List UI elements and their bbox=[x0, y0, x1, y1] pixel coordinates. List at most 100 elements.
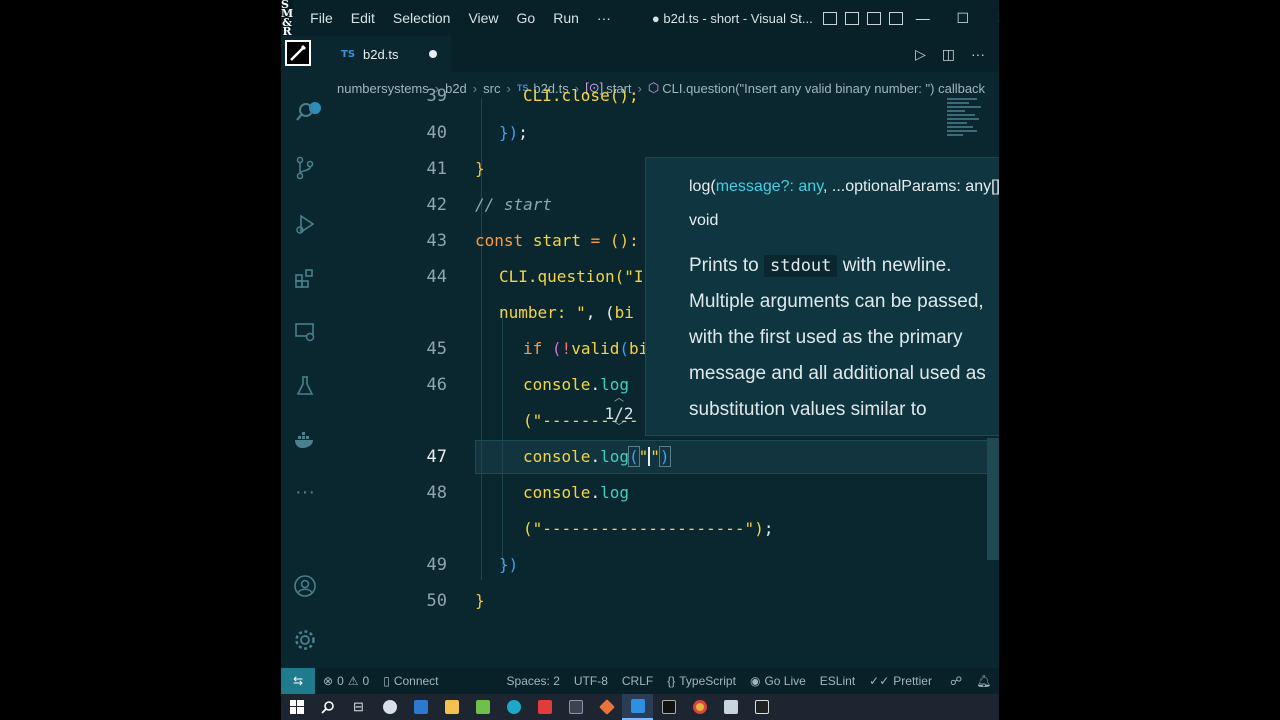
sig-param: message?: bbox=[715, 178, 794, 195]
extensions-icon[interactable] bbox=[291, 264, 319, 292]
code-token: CLI bbox=[499, 267, 528, 286]
maximize-button[interactable]: ☐ bbox=[943, 10, 983, 27]
chevron-up-icon[interactable]: ︿ bbox=[599, 394, 639, 404]
cmd-app-icon[interactable] bbox=[653, 694, 684, 720]
minimap-line bbox=[947, 118, 979, 120]
breadcrumb-folder[interactable]: src bbox=[483, 81, 500, 96]
testing-flask-icon[interactable] bbox=[291, 372, 319, 400]
recorder-app-icon[interactable] bbox=[529, 694, 560, 720]
terminal-app-icon[interactable] bbox=[560, 694, 591, 720]
notepad-app-icon[interactable] bbox=[715, 694, 746, 720]
chrome-browser-icon[interactable] bbox=[684, 694, 715, 720]
menu-more[interactable]: ··· bbox=[588, 10, 620, 26]
file-explorer-icon[interactable] bbox=[436, 694, 467, 720]
window-title: ● b2d.ts - short - Visual St... bbox=[651, 10, 813, 26]
run-play-icon[interactable]: ▷ bbox=[915, 46, 926, 63]
more-views-icon[interactable]: ··· bbox=[291, 478, 319, 506]
eol-button[interactable]: CRLF bbox=[622, 674, 653, 688]
task-view-icon[interactable]: ⊟ bbox=[343, 694, 374, 720]
overload-paging[interactable]: ︿ 1/2 ﹀ bbox=[599, 394, 639, 433]
warning-icon: ⚠ bbox=[347, 674, 359, 688]
code-line-48: console.log bbox=[523, 483, 629, 502]
more-actions-icon[interactable]: ··· bbox=[971, 46, 985, 62]
code-token: const bbox=[475, 231, 524, 250]
vscode-app-icon[interactable] bbox=[622, 694, 653, 720]
docker-icon[interactable] bbox=[291, 426, 319, 454]
problems-indicator[interactable]: ⊗ 0 ⚠ 0 bbox=[323, 674, 369, 688]
code-line-43: const start = (): bbox=[475, 231, 639, 250]
code-token: if bbox=[523, 339, 543, 358]
menu-run[interactable]: Run bbox=[544, 10, 588, 26]
smr-app-icon[interactable] bbox=[746, 694, 777, 720]
minimap[interactable] bbox=[947, 98, 987, 158]
unsaved-dot-icon[interactable] bbox=[429, 50, 437, 58]
breadcrumb-folder[interactable]: b2d bbox=[445, 81, 467, 96]
tab-b2d-ts[interactable]: TS b2d.ts bbox=[329, 36, 451, 72]
error-icon: ⊗ bbox=[323, 674, 334, 688]
go-live-button[interactable]: ◉ Go Live bbox=[750, 674, 806, 688]
split-editor-icon[interactable]: ◫ bbox=[942, 46, 955, 63]
language-mode-button[interactable]: {} TypeScript bbox=[667, 674, 736, 688]
code-line-50: } bbox=[475, 591, 485, 610]
code-line-49: }) bbox=[499, 555, 519, 574]
minimize-button[interactable]: — bbox=[903, 10, 943, 27]
breadcrumb-symbol[interactable]: CLI.question("Insert any valid binary nu… bbox=[662, 81, 985, 96]
menu-file[interactable]: File bbox=[301, 10, 342, 26]
menu-selection[interactable]: Selection bbox=[384, 10, 460, 26]
code-token: valid bbox=[571, 339, 620, 358]
run-debug-icon[interactable] bbox=[291, 210, 319, 238]
minimap-line bbox=[947, 134, 963, 136]
toggle-primary-sidebar-icon[interactable] bbox=[822, 11, 837, 25]
monitor-app-icon[interactable] bbox=[405, 694, 436, 720]
brush-icon[interactable] bbox=[285, 40, 311, 66]
connect-button[interactable]: ▯ Connect bbox=[383, 674, 438, 688]
menu-edit[interactable]: Edit bbox=[342, 10, 384, 26]
paint-app-icon[interactable] bbox=[374, 694, 405, 720]
hover-tooltip[interactable]: log(message?: any, ...optionalParams: an… bbox=[645, 157, 999, 436]
doc-text: with newline. Multiple arguments can be … bbox=[689, 255, 986, 420]
minimap-line bbox=[947, 114, 975, 116]
source-control-icon[interactable] bbox=[291, 154, 319, 182]
code-editor[interactable]: 39 40 41 42 43 44 45 46 47 48 49 50 CLI.… bbox=[329, 86, 999, 666]
indentation-button[interactable]: Spaces: 2 bbox=[507, 674, 560, 688]
code-token: . bbox=[590, 375, 601, 394]
chevron-down-icon[interactable]: ﹀ bbox=[599, 423, 639, 433]
account-icon[interactable] bbox=[291, 572, 319, 600]
chevron-right-icon: › bbox=[506, 80, 511, 96]
editor-scrollbar[interactable] bbox=[987, 438, 999, 560]
taskbar-search-icon[interactable] bbox=[312, 694, 343, 720]
edge-browser-icon[interactable] bbox=[498, 694, 529, 720]
close-button[interactable]: ✕ bbox=[983, 10, 999, 27]
menu-go[interactable]: Go bbox=[508, 10, 545, 26]
settings-gear-icon[interactable] bbox=[291, 626, 319, 654]
line-number: 41 bbox=[426, 159, 447, 179]
menu-view[interactable]: View bbox=[459, 10, 507, 26]
notifications-bell-icon[interactable]: 🔔︎ bbox=[976, 674, 991, 688]
code-token: ( bbox=[619, 339, 629, 358]
search-icon[interactable] bbox=[291, 98, 319, 126]
toggle-secondary-sidebar-icon[interactable] bbox=[866, 11, 881, 25]
code-token: log bbox=[600, 483, 629, 502]
code-line-48-wrap: ("---------------------"); bbox=[523, 519, 773, 538]
vscode-window: S M & R File Edit Selection View Go Run … bbox=[281, 0, 999, 720]
remote-explorer-icon[interactable] bbox=[291, 318, 319, 346]
line-number: 44 bbox=[426, 267, 447, 287]
minimap-line bbox=[947, 122, 967, 124]
code-token: . bbox=[590, 483, 601, 502]
customize-layout-icon[interactable] bbox=[888, 11, 903, 25]
store-app-icon[interactable] bbox=[467, 694, 498, 720]
feedback-icon[interactable]: ☍ bbox=[950, 674, 962, 688]
typescript-file-icon: TS bbox=[341, 48, 356, 60]
windows-start-icon[interactable] bbox=[281, 694, 312, 720]
encoding-button[interactable]: UTF-8 bbox=[574, 674, 608, 688]
code-token: log bbox=[600, 447, 629, 466]
editor-actions: ▷ ◫ ··· bbox=[915, 36, 985, 72]
title-bar: S M & R File Edit Selection View Go Run … bbox=[281, 0, 999, 37]
git-app-icon[interactable] bbox=[591, 694, 622, 720]
remote-indicator[interactable]: ⇆ bbox=[281, 668, 315, 694]
code-token: " bbox=[650, 447, 660, 466]
toggle-panel-icon[interactable] bbox=[844, 11, 859, 25]
eslint-button[interactable]: ESLint bbox=[820, 674, 855, 688]
prettier-button[interactable]: ✓✓ Prettier bbox=[869, 674, 932, 688]
code-token: log bbox=[600, 375, 629, 394]
